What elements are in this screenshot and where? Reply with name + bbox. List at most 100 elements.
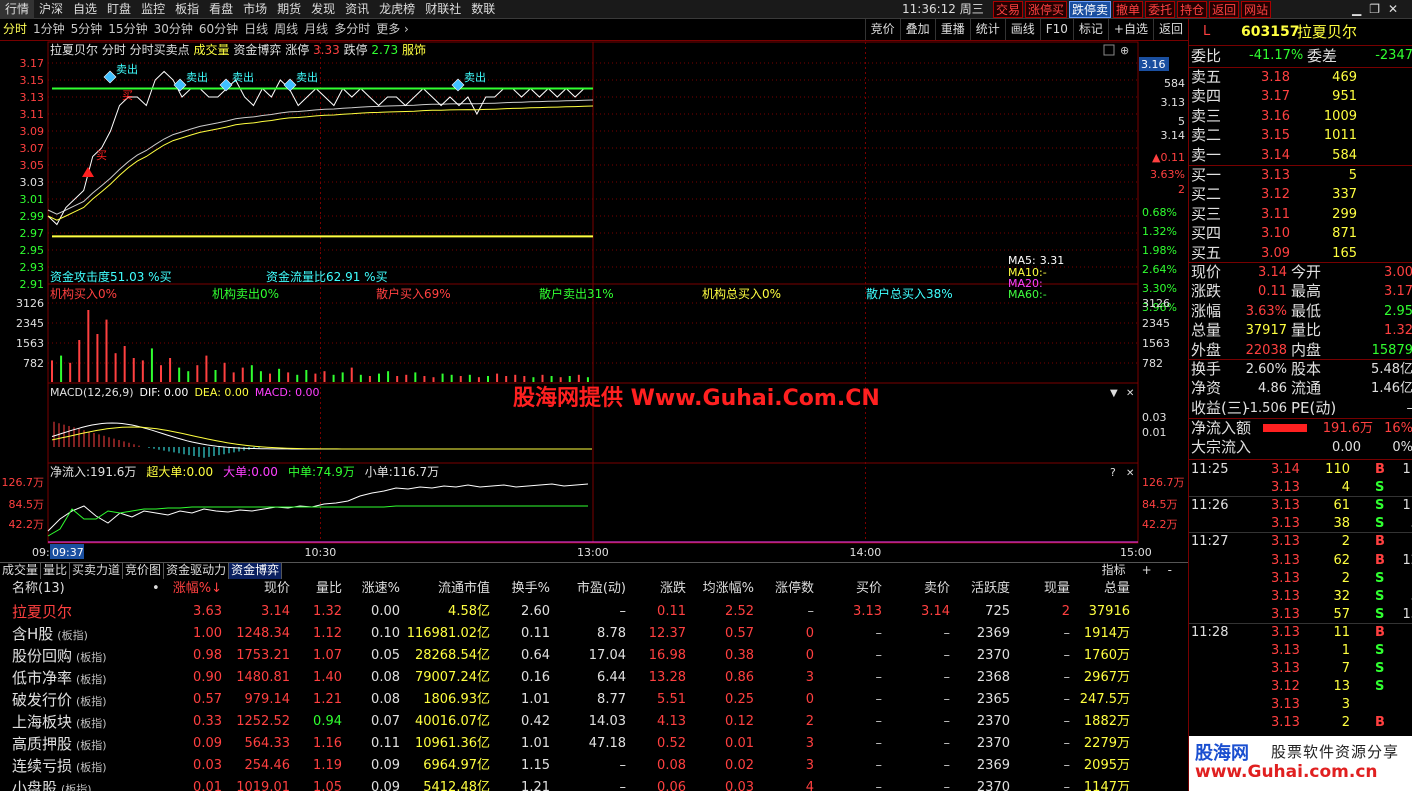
tool-button-8[interactable]: 返回 (1152, 19, 1188, 40)
close-icon[interactable]: ✕ (1388, 0, 1398, 18)
panel-close-icon[interactable]: ⊕ (1120, 44, 1129, 57)
period-tab-8[interactable]: 月线 (301, 19, 331, 40)
pct-tick-label: 1.98% (1142, 244, 1177, 257)
table-row[interactable]: 低市净率 (板指) 0.90 1480.81 1.40 0.08 79007.24亿 0.16… (0, 667, 1188, 689)
period-tab-2[interactable]: 5分钟 (68, 19, 106, 40)
trade-button-6[interactable]: 返回 (1209, 1, 1240, 18)
period-tab-10[interactable]: 更多 › (373, 19, 412, 40)
column-header[interactable]: 涨速% (362, 579, 400, 599)
intraday-chart[interactable]: 3.17 3.15 3.13 3.11 3.09 3.07 3.05 3.03 3.01 2.99… (0, 41, 1188, 562)
flow-close-icon[interactable]: ✕ (1126, 468, 1134, 479)
indicator-control-1[interactable]: + (1138, 563, 1156, 579)
cell-cur: – (1063, 780, 1071, 791)
indicator-tab-3[interactable]: 竞价图 (123, 563, 165, 579)
column-header[interactable]: 均涨幅% (703, 579, 754, 599)
menu-item-10[interactable]: 资讯 (340, 0, 374, 19)
indicator-control-0[interactable]: 指标 (1098, 563, 1130, 579)
column-header[interactable]: • (152, 579, 160, 599)
tool-button-7[interactable]: +自选 (1107, 19, 1153, 40)
menu-item-12[interactable]: 财联社 (420, 0, 466, 19)
restore-icon[interactable]: ❐ (1369, 0, 1380, 18)
period-tab-5[interactable]: 60分钟 (196, 19, 241, 40)
flow-flow-super: 超大单:0.00 (146, 464, 213, 479)
macd-close-icon[interactable]: ✕ (1126, 388, 1134, 399)
table-row[interactable]: 高质押股 (板指) 0.09 564.33 1.16 0.11 10961.36亿 1.01 4… (0, 733, 1188, 755)
menu-item-13[interactable]: 数联 (466, 0, 500, 19)
indicator-tab-0[interactable]: 成交量 (0, 563, 42, 579)
macd-menu-icon[interactable]: ▼ (1110, 388, 1118, 399)
table-row[interactable]: 股份回购 (板指) 0.98 1753.21 1.07 0.05 28268.54亿 0.64… (0, 645, 1188, 667)
indicator-control-2[interactable]: - (1164, 563, 1176, 579)
minimize-icon[interactable]: ▁ (1352, 0, 1361, 18)
period-tab-6[interactable]: 日线 (241, 19, 271, 40)
menu-item-11[interactable]: 龙虎榜 (374, 0, 420, 19)
cell-bid: – (875, 626, 883, 641)
trade-button-5[interactable]: 持仓 (1177, 1, 1208, 18)
menu-item-5[interactable]: 板指 (170, 0, 204, 19)
menu-item-4[interactable]: 监控 (136, 0, 170, 19)
period-tab-1[interactable]: 1分钟 (30, 19, 68, 40)
period-tab-7[interactable]: 周线 (271, 19, 301, 40)
tool-button-2[interactable]: 重播 (934, 19, 970, 40)
trade-button-2[interactable]: 跌停卖 (1069, 1, 1112, 18)
period-tab-0[interactable]: 分时 (0, 19, 30, 40)
table-row[interactable]: 上海板块 (板指) 0.33 1252.52 0.94 0.07 40016.07亿 0.42… (0, 711, 1188, 733)
tool-button-1[interactable]: 叠加 (899, 19, 935, 40)
column-header[interactable]: 卖价 (924, 579, 950, 599)
column-header[interactable]: 涨跌 (660, 579, 686, 599)
tick-volume: 4 (1341, 480, 1350, 496)
column-header[interactable]: 涨停数 (775, 579, 814, 599)
column-header[interactable]: 换手% (512, 579, 550, 599)
column-header[interactable]: 买价 (856, 579, 882, 599)
tick-price: 3.13 (1271, 516, 1300, 532)
trade-button-0[interactable]: 交易 (993, 1, 1024, 18)
column-header[interactable]: 流通市值 (438, 579, 490, 599)
period-tab-9[interactable]: 多分时 (331, 19, 373, 40)
menu-item-1[interactable]: 沪深 (34, 0, 68, 19)
tick-price: 3.13 (1271, 715, 1300, 731)
column-header[interactable]: 市盈(动) (577, 579, 626, 599)
indicator-tab-5[interactable]: 资金博弈 (229, 563, 283, 579)
menu-item-6[interactable]: 看盘 (204, 0, 238, 19)
tool-button-4[interactable]: 画线 (1004, 19, 1040, 40)
flow-help-icon[interactable]: ? (1110, 466, 1116, 479)
table-row[interactable]: 小盘股 (板指) 0.01 1019.01 1.05 0.09 5412.48亿 1.21 – 0… (0, 777, 1188, 791)
tool-button-6[interactable]: 标记 (1072, 19, 1108, 40)
indicator-tab-1[interactable]: 量比 (41, 563, 71, 579)
table-row[interactable]: 破发行价 (板指) 0.57 979.14 1.21 0.08 1806.93亿 1.01 8.… (0, 689, 1188, 711)
trade-button-4[interactable]: 委托 (1145, 1, 1176, 18)
cell-turn: 0.11 (521, 626, 550, 641)
trade-button-7[interactable]: 网站 (1241, 1, 1272, 18)
menu-item-7[interactable]: 市场 (238, 0, 272, 19)
panel-settings-icon[interactable] (1103, 44, 1115, 56)
column-header[interactable]: 现价 (264, 579, 290, 599)
indicator-tab-4[interactable]: 资金驱动力 (164, 563, 230, 579)
column-header[interactable]: 总量 (1104, 579, 1130, 599)
cell-mcap: 28268.54亿 (414, 648, 490, 663)
tick-side: S (1375, 516, 1385, 532)
trade-button-1[interactable]: 涨停买 (1025, 1, 1068, 18)
tool-button-5[interactable]: F10 (1039, 19, 1073, 40)
column-header[interactable]: 名称(13) (12, 579, 65, 599)
menu-item-9[interactable]: 发现 (306, 0, 340, 19)
row-name: 低市净率 (板指) (12, 667, 107, 691)
table-row[interactable]: 连续亏损 (板指) 0.03 254.46 1.19 0.09 6964.97亿 1.15 – 0… (0, 755, 1188, 777)
menu-item-0[interactable]: 行情 (0, 0, 35, 19)
cell-price: 1252.52 (236, 714, 290, 729)
menu-item-3[interactable]: 盯盘 (102, 0, 136, 19)
table-row[interactable]: 拉夏贝尔 3.63 3.14 1.32 0.00 4.58亿 2.60 – 0.11 2.52 – 3… (0, 601, 1188, 623)
trade-button-3[interactable]: 撤单 (1113, 1, 1144, 18)
column-header[interactable]: 量比 (316, 579, 342, 599)
period-tab-4[interactable]: 30分钟 (151, 19, 196, 40)
column-header[interactable]: 活跃度 (971, 579, 1010, 599)
menu-item-8[interactable]: 期货 (272, 0, 306, 19)
table-row[interactable]: 含H股 (板指) 1.00 1248.34 1.12 0.10 116981.02亿 0.11… (0, 623, 1188, 645)
period-tab-3[interactable]: 15分钟 (105, 19, 150, 40)
menu-item-2[interactable]: 自选 (68, 0, 102, 19)
tool-button-3[interactable]: 统计 (969, 19, 1005, 40)
column-header[interactable]: 现量 (1044, 579, 1070, 599)
indicator-tab-2[interactable]: 买卖力道 (70, 563, 124, 579)
brand-banner[interactable]: 股海网 股票软件资源分享 www.Guhai.com.cn (1189, 736, 1412, 791)
column-header[interactable]: 涨幅%↓ (173, 579, 222, 599)
tool-button-0[interactable]: 竞价 (864, 19, 900, 40)
